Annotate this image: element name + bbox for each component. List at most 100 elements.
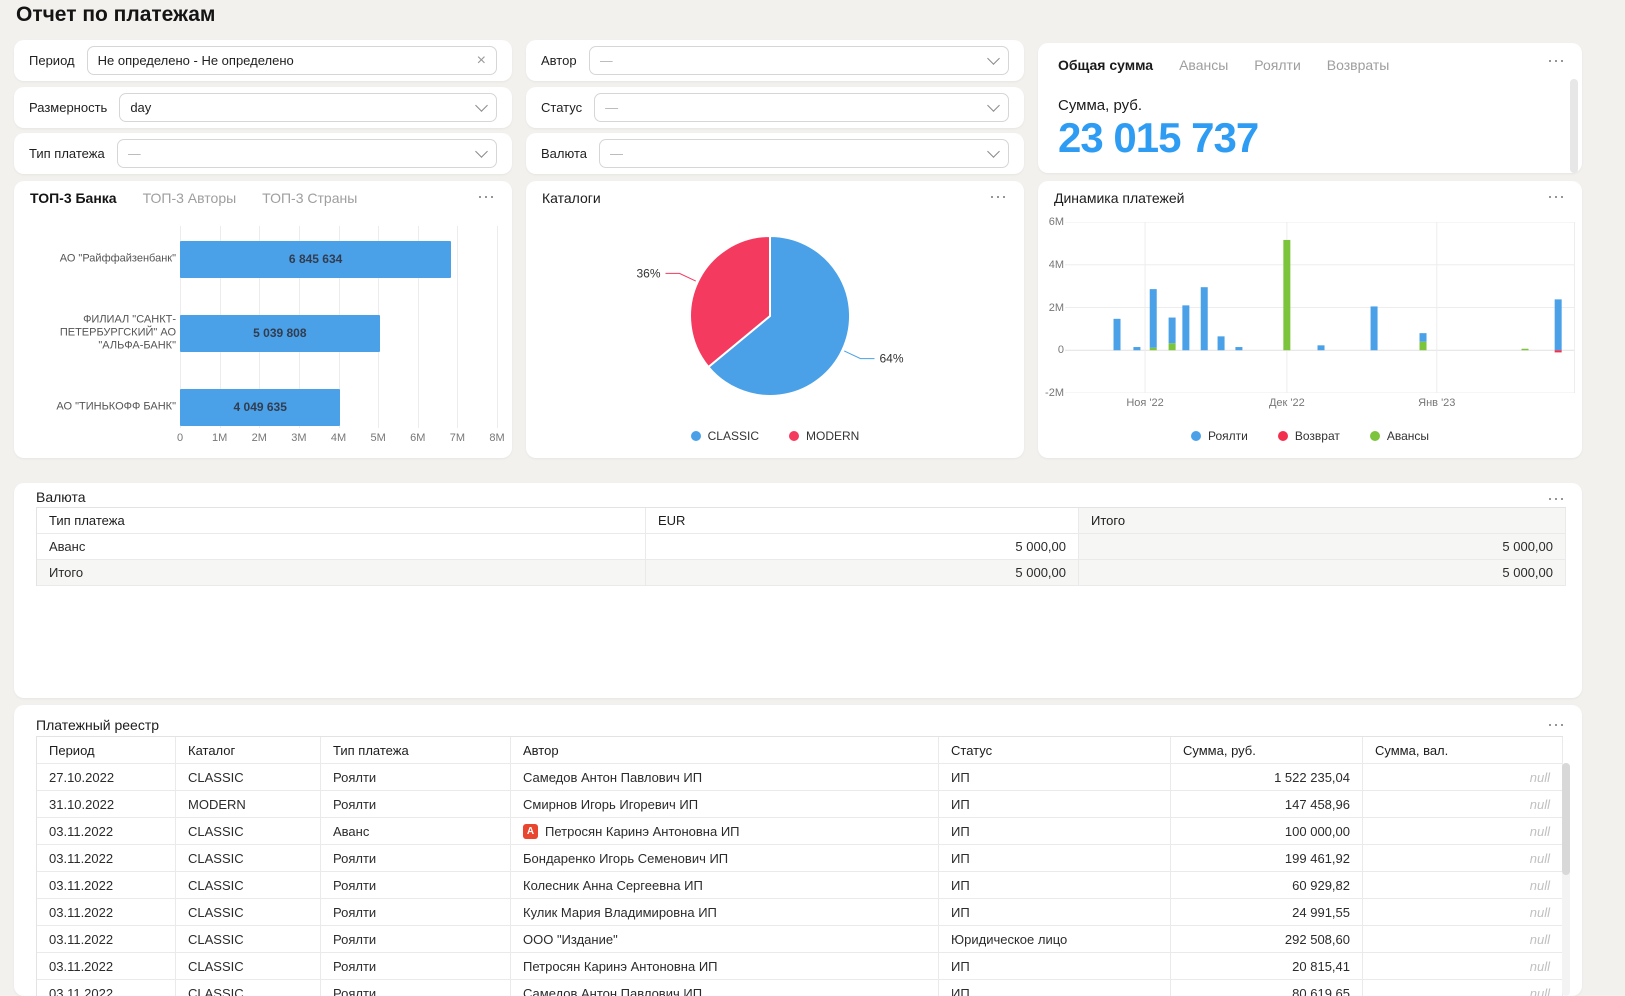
royalty-bar-segment[interactable] [1133, 347, 1140, 350]
bar-category-label: АО "ТИНЬКОФФ БАНК" [18, 401, 176, 414]
bar[interactable]: 4 049 635 [180, 389, 340, 426]
top3-tab-0[interactable]: ТОП-3 Банка [30, 190, 117, 206]
royalty-bar-segment[interactable] [1235, 347, 1242, 350]
currency-table: Тип платежаEURИтогоАванс5 000,005 000,00… [36, 507, 1566, 586]
top3-tab-1[interactable]: ТОП-3 Авторы [143, 190, 237, 206]
bar-category-label: АО "Райффайзенбанк" [18, 253, 176, 266]
legend-item-modern[interactable]: MODERN [789, 429, 859, 443]
advance-bar-segment[interactable] [1150, 348, 1157, 351]
payment-type-select[interactable]: — [117, 139, 497, 168]
status-label: Статус [541, 100, 582, 115]
royalty-bar-segment[interactable] [1218, 336, 1225, 350]
table-row[interactable]: 03.11.2022CLASSICРоялтиООО "Издание"Юрид… [37, 926, 1563, 953]
table-row[interactable]: 31.10.2022MODERNРоялтиСмирнов Игорь Игор… [37, 791, 1563, 818]
status-select[interactable]: — [594, 93, 1009, 122]
advance-bar-segment[interactable] [1283, 240, 1290, 350]
summary-tab-1[interactable]: Авансы [1179, 57, 1228, 73]
currency-panel-title: Валюта [36, 489, 86, 505]
legend-item-classic[interactable]: CLASSIC [691, 429, 759, 443]
period-input[interactable]: Не определено - Не определено × [87, 46, 497, 75]
cell-text: 03.11.2022 [49, 878, 113, 893]
dynamics-card: Динамика платежей ⋯ 6M4M2M0-2MНоя '22Дек… [1038, 181, 1582, 458]
royalty-bar-segment[interactable] [1182, 305, 1189, 350]
bar-value-label: 4 049 635 [234, 400, 287, 414]
top3-menu-icon[interactable]: ⋯ [477, 185, 496, 210]
royalty-bar-segment[interactable] [1150, 289, 1157, 348]
registry-panel-title: Платежный реестр [36, 717, 159, 733]
cell-text: Кулик Мария Владимировна ИП [523, 905, 717, 920]
legend-label: Роялти [1208, 429, 1248, 443]
summary-scrollbar[interactable] [1570, 79, 1578, 173]
table-cell: null [1363, 953, 1563, 980]
bar[interactable]: 6 845 634 [180, 241, 451, 278]
table-row[interactable]: 03.11.2022CLASSICРоялтиБондаренко Игорь … [37, 845, 1563, 872]
table-cell: 5 000,00 [646, 534, 1079, 560]
royalty-bar-segment[interactable] [1371, 306, 1378, 350]
cell-text: 292 508,60 [1285, 932, 1350, 947]
gridline [497, 226, 498, 428]
table-row[interactable]: 27.10.2022CLASSICРоялтиСамедов Антон Пав… [37, 764, 1563, 791]
table-cell: Смирнов Игорь Игоревич ИП [511, 791, 939, 818]
royalty-bar-segment[interactable] [1169, 318, 1176, 344]
cell-text: 03.11.2022 [49, 824, 113, 839]
cell-text: Бондаренко Игорь Семенович ИП [523, 851, 728, 866]
top3-tab-2[interactable]: ТОП-3 Страны [262, 190, 357, 206]
dimension-select[interactable]: day [119, 93, 497, 122]
pie-leader-line [844, 351, 874, 359]
summary-tab-3[interactable]: Возвраты [1327, 57, 1390, 73]
table-cell: 03.11.2022 [37, 845, 176, 872]
payment-type-label: Тип платежа [29, 146, 105, 161]
cell-text: null [1530, 770, 1550, 785]
table-cell: null [1363, 764, 1563, 791]
royalty-bar-segment[interactable] [1555, 299, 1562, 350]
cell-text: ИП [951, 770, 970, 785]
table-cell: 5 000,00 [1079, 560, 1566, 586]
author-select[interactable]: — [589, 46, 1009, 75]
summary-tab-0[interactable]: Общая сумма [1058, 57, 1153, 73]
table-row[interactable]: 03.11.2022CLASSICРоялтиКолесник Анна Сер… [37, 872, 1563, 899]
legend-item-авансы[interactable]: Авансы [1370, 429, 1429, 443]
table-cell: 03.11.2022 [37, 926, 176, 953]
advance-bar-segment[interactable] [1522, 349, 1529, 350]
cell-text: Аванс [333, 824, 369, 839]
column-header: Тип платежа [321, 737, 511, 764]
royalty-bar-segment[interactable] [1318, 345, 1325, 350]
cell-text: CLASSIC [188, 770, 244, 785]
currency-select[interactable]: — [599, 139, 1009, 168]
summary-tab-2[interactable]: Роялти [1254, 57, 1301, 73]
table-header-row: ПериодКаталогТип платежаАвторСтатусСумма… [37, 737, 1563, 764]
royalty-bar-segment[interactable] [1420, 333, 1427, 342]
advance-bar-segment[interactable] [1420, 342, 1427, 351]
y-tick-label: -2M [1038, 387, 1064, 399]
royalty-bar-segment[interactable] [1201, 287, 1208, 350]
legend-dot [1191, 431, 1201, 441]
table-cell: 03.11.2022 [37, 953, 176, 980]
table-cell: 03.11.2022 [37, 899, 176, 926]
advance-bar-segment[interactable] [1169, 343, 1176, 350]
royalty-bar-segment[interactable] [1114, 319, 1121, 350]
x-tick-label: 8M [489, 432, 504, 444]
legend-dot [1278, 431, 1288, 441]
cell-text: Роялти [333, 851, 376, 866]
refund-bar-segment[interactable] [1555, 350, 1562, 352]
summary-menu-icon[interactable]: ⋯ [1547, 49, 1566, 74]
table-cell: 199 461,92 [1171, 845, 1363, 872]
cell-text: Петросян Каринэ Антоновна ИП [545, 824, 740, 839]
registry-menu-icon[interactable]: ⋯ [1547, 713, 1566, 738]
cell-text: ИП [951, 851, 970, 866]
table-cell: CLASSIC [176, 764, 321, 791]
clear-icon[interactable]: × [471, 53, 486, 69]
table-row[interactable]: 03.11.2022CLASSICРоялтиСамедов Антон Пав… [37, 980, 1563, 996]
table-cell: 03.11.2022 [37, 980, 176, 996]
registry-scrollbar-thumb[interactable] [1562, 763, 1570, 875]
legend-item-роялти[interactable]: Роялти [1191, 429, 1248, 443]
table-row[interactable]: 03.11.2022CLASSICРоялтиКулик Мария Влади… [37, 899, 1563, 926]
cell-text: ИП [951, 878, 970, 893]
payment-type-value: — [128, 146, 477, 161]
legend-item-возврат[interactable]: Возврат [1278, 429, 1340, 443]
table-row[interactable]: 03.11.2022CLASSICРоялтиПетросян Каринэ А… [37, 953, 1563, 980]
catalogs-legend: CLASSIC MODERN [526, 429, 1024, 443]
cell-text: null [1530, 797, 1550, 812]
bar[interactable]: 5 039 808 [180, 315, 380, 352]
table-row[interactable]: 03.11.2022CLASSICАвансАПетросян Каринэ А… [37, 818, 1563, 845]
